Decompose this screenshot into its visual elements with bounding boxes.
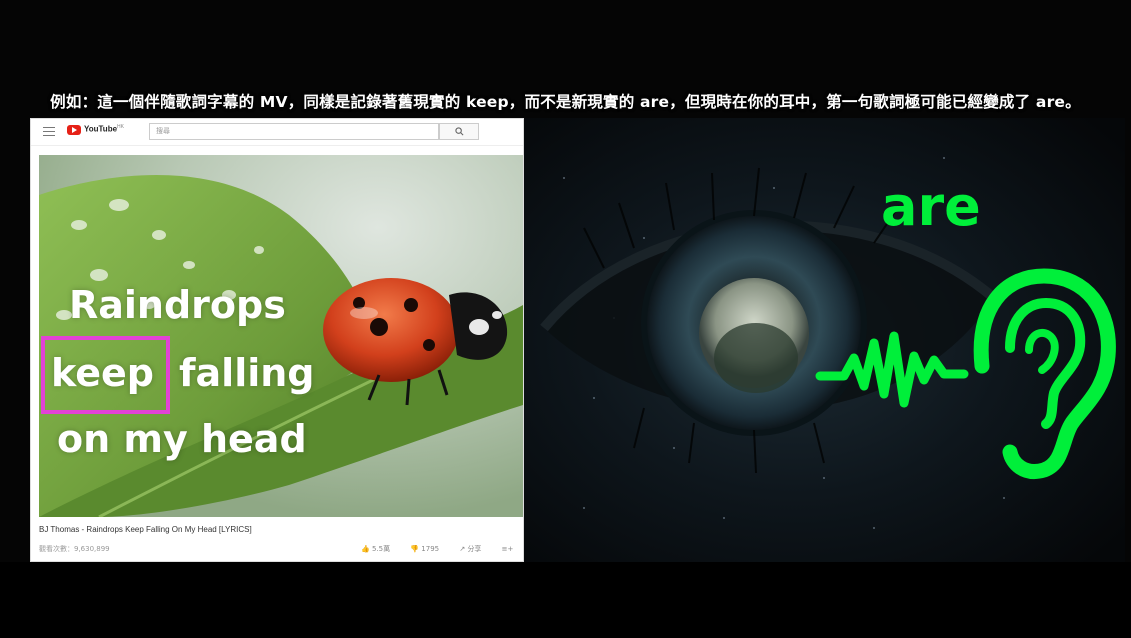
video-frame: 例如：這一個伴隨歌詞字幕的 MV，同樣是記錄著舊現實的 keep，而不是新現實的…: [0, 0, 1131, 638]
youtube-brand[interactable]: YouTubeHK: [84, 124, 124, 134]
view-count: 觀看次數：9,630,899: [39, 545, 110, 553]
lyric-line-3: on my head: [57, 417, 307, 461]
like-button[interactable]: 👍 5.5萬: [361, 545, 399, 553]
video-player[interactable]: Raindrops keep falling on my head: [39, 155, 523, 517]
lyric-line-2-rest: falling: [179, 351, 315, 395]
video-title[interactable]: BJ Thomas - Raindrops Keep Falling On My…: [39, 525, 252, 534]
search-button[interactable]: [439, 123, 479, 140]
share-button[interactable]: ↗ 分享: [459, 545, 490, 553]
eye-panel: are: [524, 118, 1125, 562]
keep-highlight-box: [41, 336, 170, 414]
youtube-header: YouTubeHK 搜尋: [31, 119, 523, 146]
video-actions: 👍 5.5萬 👎 1795 ↗ 分享 ≡+ ...: [361, 544, 540, 554]
lyrics-overlay: Raindrops keep falling on my head: [39, 155, 523, 517]
eye-image: [524, 118, 1125, 562]
search-icon: [455, 127, 464, 136]
youtube-logo-icon[interactable]: [67, 125, 81, 135]
youtube-window: YouTubeHK 搜尋 Raindrops keep falling on m…: [30, 118, 531, 562]
save-button[interactable]: ≡+: [502, 545, 514, 553]
subtitle-caption: 例如：這一個伴隨歌詞字幕的 MV，同樣是記錄著舊現實的 keep，而不是新現實的…: [50, 93, 1081, 111]
bottom-letterbox: [0, 562, 1131, 638]
search-placeholder: 搜尋: [156, 127, 170, 135]
menu-icon[interactable]: [43, 127, 55, 137]
lyric-line-1: Raindrops: [69, 283, 286, 327]
search-input[interactable]: 搜尋: [149, 123, 439, 140]
dislike-button[interactable]: 👎 1795: [410, 545, 448, 553]
heard-word: are: [881, 175, 981, 238]
